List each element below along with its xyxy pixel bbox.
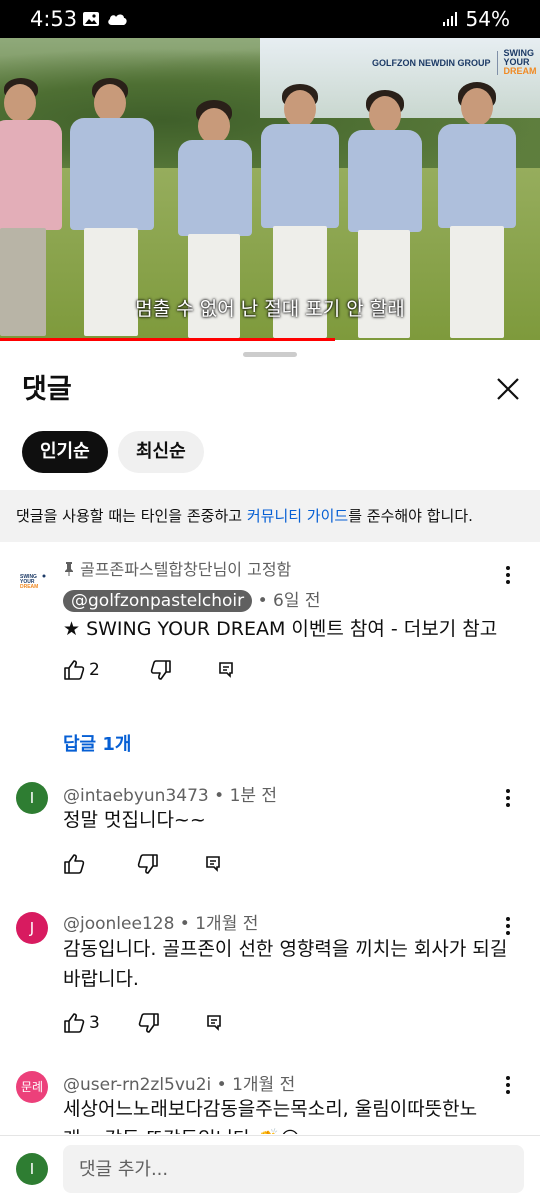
swing-your-dream-logo: SWING YOUR DREAM (503, 48, 537, 76)
comment-composer: I (0, 1135, 540, 1200)
comment-meta: @joonlee128 • 1개월 전 (63, 914, 259, 934)
comment-meta: @user-rn2zl5vu2i • 1개월 전 (63, 1075, 296, 1095)
comment-actions: 3 (63, 1012, 224, 1034)
video-subtitle: 멈출 수 없어 난 절대 포기 안 할래 (135, 298, 405, 320)
comment-author[interactable]: @golfzonpastelchoir (63, 590, 253, 612)
brand-name: GOLFZON NEWDIN GROUP (372, 57, 491, 68)
comment-author[interactable]: @joonlee128 (63, 914, 174, 934)
reply-button[interactable] (204, 1013, 224, 1033)
channel-logo-icon: SWINGYOURDREAM (20, 574, 46, 590)
comment-text: 정말 멋집니다~~ (63, 809, 206, 831)
thumbs-up-icon (64, 1013, 85, 1033)
thumbs-down-icon (138, 1013, 159, 1033)
comment-author[interactable]: @intaebyun3473 (63, 786, 209, 806)
pinned-label: 골프존파스텔합창단님이 고정함 (63, 556, 291, 580)
more-vert-icon (506, 566, 510, 584)
comment-time: 6일 전 (273, 591, 321, 611)
pinned-by-text: 골프존파스텔합창단님이 고정함 (80, 560, 292, 579)
view-replies-link[interactable]: 답글 1개 (63, 730, 131, 756)
comment-meta: @intaebyun3473 • 1분 전 (63, 786, 278, 806)
close-button[interactable] (490, 371, 526, 407)
comment-text: 감동입니다. 골프존이 선한 영향력을 끼치는 회사가 되길 바랍니다. (63, 938, 508, 990)
more-vert-icon (506, 789, 510, 807)
comment-time: 1분 전 (229, 786, 278, 806)
reply-button[interactable] (203, 854, 223, 874)
dislike-button[interactable] (138, 1012, 160, 1034)
guide-text-suffix: 를 준수해야 합니다. (348, 507, 473, 525)
comment-meta: @golfzonpastelchoir • 6일 전 (63, 586, 321, 612)
signal-icon (442, 12, 457, 26)
pin-icon (65, 562, 73, 576)
like-count: 3 (89, 1013, 100, 1033)
notification-icons (82, 10, 128, 28)
gallery-icon (83, 12, 99, 26)
thumbs-down-icon (137, 854, 158, 874)
more-options-button[interactable] (498, 785, 518, 811)
more-options-button[interactable] (498, 1072, 518, 1098)
reply-button[interactable] (216, 660, 236, 680)
comment-time: 1개월 전 (195, 914, 259, 934)
close-icon (497, 378, 519, 400)
community-guidelines-notice: 댓글을 사용할 때는 타인을 존중하고 커뮤니티 가이드를 준수해야 합니다. (0, 490, 540, 542)
thumbs-up-icon (64, 660, 85, 680)
user-avatar[interactable]: I (16, 1153, 48, 1185)
thumbs-down-icon (150, 660, 171, 680)
comment-text: ★ SWING YOUR DREAM 이벤트 참여 - 더보기 참고 (63, 618, 498, 640)
like-button[interactable]: 2 (63, 659, 100, 681)
battery-percent: 54% (465, 7, 510, 31)
reply-icon (219, 662, 233, 678)
sort-top-chip[interactable]: 인기순 (22, 431, 108, 473)
comments-sheet: 댓글 인기순 최신순 댓글을 사용할 때는 타인을 존중하고 커뮤니티 가이드를… (0, 341, 540, 1200)
avatar[interactable]: I (16, 782, 48, 814)
sort-newest-chip[interactable]: 최신순 (118, 431, 204, 473)
drag-handle[interactable] (243, 352, 297, 357)
comment-author[interactable]: @user-rn2zl5vu2i (63, 1075, 211, 1095)
more-options-button[interactable] (498, 913, 518, 939)
dislike-button[interactable] (150, 659, 172, 681)
like-count: 2 (89, 660, 100, 680)
avatar[interactable]: 문례 (16, 1071, 48, 1103)
comment-actions (63, 853, 223, 875)
community-guidelines-link[interactable]: 커뮤니티 가이드 (247, 507, 348, 525)
panel-title: 댓글 (22, 374, 72, 405)
more-options-button[interactable] (498, 562, 518, 588)
comment-time: 1개월 전 (232, 1075, 296, 1095)
avatar[interactable]: SWING YOUR DREAM (16, 564, 48, 596)
add-comment-input[interactable] (63, 1145, 524, 1193)
avatar[interactable]: J (16, 912, 48, 944)
thumbs-up-icon (64, 854, 85, 874)
dislike-button[interactable] (137, 853, 159, 875)
reply-icon (206, 856, 220, 872)
svg-text:DREAM: DREAM (20, 584, 38, 590)
more-vert-icon (506, 1076, 510, 1094)
status-right: 54% (442, 7, 510, 31)
guide-text: 댓글을 사용할 때는 타인을 존중하고 (16, 507, 247, 525)
reply-icon (207, 1015, 221, 1031)
like-button[interactable] (63, 853, 85, 875)
video-player[interactable]: GOLFZON NEWDIN GROUP SWING YOUR DREAM 멈출… (0, 38, 540, 340)
more-vert-icon (506, 917, 510, 935)
comment-actions: 2 (63, 659, 236, 681)
status-bar: 4:53 54% (0, 0, 540, 38)
comment-text: 세상어느노래보다감동을주는목소리, 울림이따뜻한노래... 감동 또감동입니다 … (63, 1098, 478, 1134)
brand-logo: GOLFZON NEWDIN GROUP SWING YOUR DREAM (372, 49, 537, 76)
status-time: 4:53 (30, 7, 78, 31)
comment-item: 문례 @user-rn2zl5vu2i • 1개월 전 세상어느노래보다감동을주… (0, 1068, 540, 1134)
like-button[interactable]: 3 (63, 1012, 100, 1034)
cloud-icon (108, 14, 127, 25)
